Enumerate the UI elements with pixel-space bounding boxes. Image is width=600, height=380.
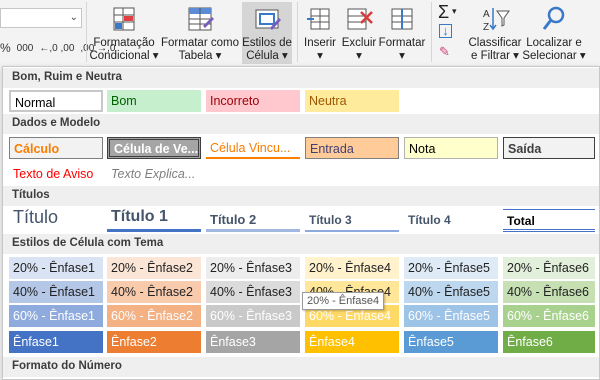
cell-styles-gallery: Bom, Ruim e Neutra Normal Bom Incorreto …: [2, 66, 600, 380]
comma-style-button[interactable]: 000: [17, 43, 34, 54]
style-accent1[interactable]: Ênfase1: [9, 331, 103, 353]
style-20-accent3[interactable]: 20% - Ênfase3: [206, 257, 300, 279]
format-cells-label: Formatar ▾: [378, 37, 426, 62]
style-heading-1[interactable]: Título 1: [107, 206, 201, 232]
style-normal[interactable]: Normal: [9, 90, 103, 112]
style-60-accent1[interactable]: 60% - Ênfase1: [9, 305, 103, 327]
style-40-accent3[interactable]: 40% - Ênfase3: [206, 281, 300, 303]
ribbon-separator: [297, 2, 298, 62]
style-calculation[interactable]: Cálculo: [9, 137, 103, 159]
conditional-formatting-icon: [109, 4, 139, 34]
increase-decimal-button[interactable]: ←,0 ,00: [39, 43, 74, 54]
style-20-accent2[interactable]: 20% - Ênfase2: [107, 257, 201, 279]
percent-style-button[interactable]: %: [0, 41, 11, 55]
find-select-label: Localizar e Selecionar ▾: [522, 37, 586, 62]
insert-cells-icon: [305, 4, 335, 34]
style-accent2[interactable]: Ênfase2: [107, 331, 201, 353]
format-as-table-button[interactable]: Formatar como Tabela ▾: [160, 2, 240, 64]
font-size-dropdown[interactable]: ⌄: [0, 8, 82, 28]
format-as-table-label: Formatar como Tabela ▾: [161, 37, 239, 62]
style-20-accent1[interactable]: 20% - Ênfase1: [9, 257, 103, 279]
chevron-down-icon: ⌄: [69, 12, 78, 23]
style-heading-2[interactable]: Título 2: [206, 208, 300, 232]
format-as-table-icon: [185, 4, 215, 34]
style-tooltip: 20% - Ênfase4: [302, 292, 385, 310]
find-select-icon: [539, 4, 569, 34]
style-heading-3[interactable]: Título 3: [305, 209, 399, 232]
section-header-theme-styles: Estilos de Célula com Tema: [3, 234, 599, 254]
style-20-accent4[interactable]: 20% - Ênfase4: [305, 257, 399, 279]
style-20-accent6[interactable]: 20% - Ênfase6: [503, 257, 595, 279]
style-output[interactable]: Saída: [503, 137, 595, 159]
style-neutral[interactable]: Neutra: [305, 90, 399, 112]
svg-text:A: A: [483, 9, 490, 20]
format-cells-button[interactable]: Formatar ▾: [378, 2, 426, 64]
clear-icon[interactable]: ✎: [439, 44, 457, 60]
style-60-accent6[interactable]: 60% - Ênfase6: [503, 305, 595, 327]
style-accent5[interactable]: Ênfase5: [404, 331, 498, 353]
sort-filter-icon: A Z: [480, 4, 510, 34]
style-title[interactable]: Título: [9, 206, 103, 232]
conditional-formatting-button[interactable]: Formatação Condicional ▾: [89, 2, 159, 64]
style-good[interactable]: Bom: [107, 90, 201, 112]
section-header-data-model: Dados e Modelo: [3, 114, 599, 134]
style-linked-cell[interactable]: Célula Vincu...: [206, 137, 300, 159]
sort-filter-label: Classificar e Filtrar ▾: [468, 37, 522, 62]
style-total[interactable]: Total: [503, 209, 595, 232]
style-explanatory-text[interactable]: Texto Explica...: [107, 163, 201, 185]
style-check-cell[interactable]: Célula de Ve...: [107, 137, 201, 159]
style-input[interactable]: Entrada: [305, 137, 399, 159]
style-20-accent5[interactable]: 20% - Ênfase5: [404, 257, 498, 279]
style-60-accent3[interactable]: 60% - Ênfase3: [206, 305, 300, 327]
svg-text:Z: Z: [483, 22, 489, 33]
style-40-accent2[interactable]: 40% - Ênfase2: [107, 281, 201, 303]
insert-cells-label: Inserir ▾: [304, 37, 336, 62]
cell-styles-button[interactable]: Estilos de Célula ▾: [242, 2, 292, 64]
cell-styles-icon: [252, 4, 282, 34]
ribbon: ⌄ % 000 ←,0 ,00 ,00 →,0 Formatação Condic…: [0, 0, 600, 66]
style-accent4[interactable]: Ênfase4: [305, 331, 399, 353]
section-header-number-format: Formato do Número: [3, 357, 599, 377]
style-60-accent2[interactable]: 60% - Ênfase2: [107, 305, 201, 327]
ribbon-separator: [431, 2, 432, 62]
find-select-button[interactable]: Localizar e Selecionar ▾: [522, 2, 586, 64]
section-header-good-bad-neutral: Bom, Ruim e Neutra: [3, 68, 599, 88]
style-40-accent1[interactable]: 40% - Ênfase1: [9, 281, 103, 303]
fill-icon[interactable]: ↓: [439, 24, 452, 38]
style-60-accent5[interactable]: 60% - Ênfase5: [404, 305, 498, 327]
delete-cells-label: Excluir ▾: [341, 37, 377, 62]
style-40-accent6[interactable]: 40% - Ênfase6: [503, 281, 595, 303]
format-cells-icon: [387, 4, 417, 34]
cell-styles-label: Estilos de Célula ▾: [242, 37, 292, 62]
style-40-accent5[interactable]: 40% - Ênfase5: [404, 281, 498, 303]
insert-cells-button[interactable]: Inserir ▾: [300, 2, 340, 64]
style-note[interactable]: Nota: [404, 137, 498, 159]
style-heading-4[interactable]: Título 4: [404, 209, 498, 232]
delete-cells-button[interactable]: Excluir ▾: [340, 2, 378, 64]
ribbon-separator: [86, 2, 87, 62]
delete-cells-icon: [344, 4, 374, 34]
conditional-formatting-label: Formatação Condicional ▾: [89, 37, 159, 62]
style-accent3[interactable]: Ênfase3: [206, 331, 300, 353]
section-header-titles: Títulos: [3, 186, 599, 206]
style-accent6[interactable]: Ênfase6: [503, 331, 595, 353]
style-bad[interactable]: Incorreto: [206, 90, 300, 112]
sort-filter-button[interactable]: A Z Classificar e Filtrar ▾: [466, 2, 524, 64]
style-warning-text[interactable]: Texto de Aviso: [9, 163, 103, 185]
